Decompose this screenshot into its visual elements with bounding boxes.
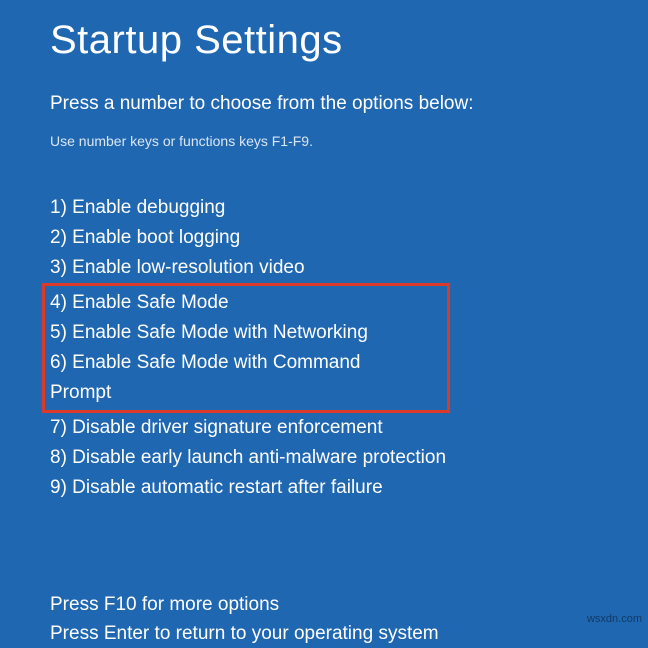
page-title: Startup Settings (50, 18, 598, 63)
footer-more-options: Press F10 for more options (50, 591, 598, 620)
option-6-safe-mode-cmd[interactable]: 6) Enable Safe Mode with Command Prompt (50, 348, 399, 408)
watermark: wsxdn.com (587, 613, 642, 625)
option-1-debugging[interactable]: 1) Enable debugging (50, 193, 598, 223)
footer-return: Press Enter to return to your operating … (50, 620, 598, 648)
option-5-safe-mode-networking[interactable]: 5) Enable Safe Mode with Networking (50, 318, 399, 348)
safe-mode-highlight-box: 4) Enable Safe Mode 5) Enable Safe Mode … (42, 283, 450, 413)
options-list: 1) Enable debugging 2) Enable boot loggi… (50, 193, 598, 503)
option-3-low-res-video[interactable]: 3) Enable low-resolution video (50, 253, 598, 283)
instruction-text: Press a number to choose from the option… (50, 93, 598, 115)
option-2-boot-logging[interactable]: 2) Enable boot logging (50, 223, 598, 253)
key-hint: Use number keys or functions keys F1-F9. (50, 133, 598, 149)
option-4-safe-mode[interactable]: 4) Enable Safe Mode (50, 288, 399, 318)
option-7-driver-signature[interactable]: 7) Disable driver signature enforcement (50, 413, 598, 443)
option-8-anti-malware[interactable]: 8) Disable early launch anti-malware pro… (50, 443, 598, 473)
option-9-auto-restart[interactable]: 9) Disable automatic restart after failu… (50, 473, 598, 503)
